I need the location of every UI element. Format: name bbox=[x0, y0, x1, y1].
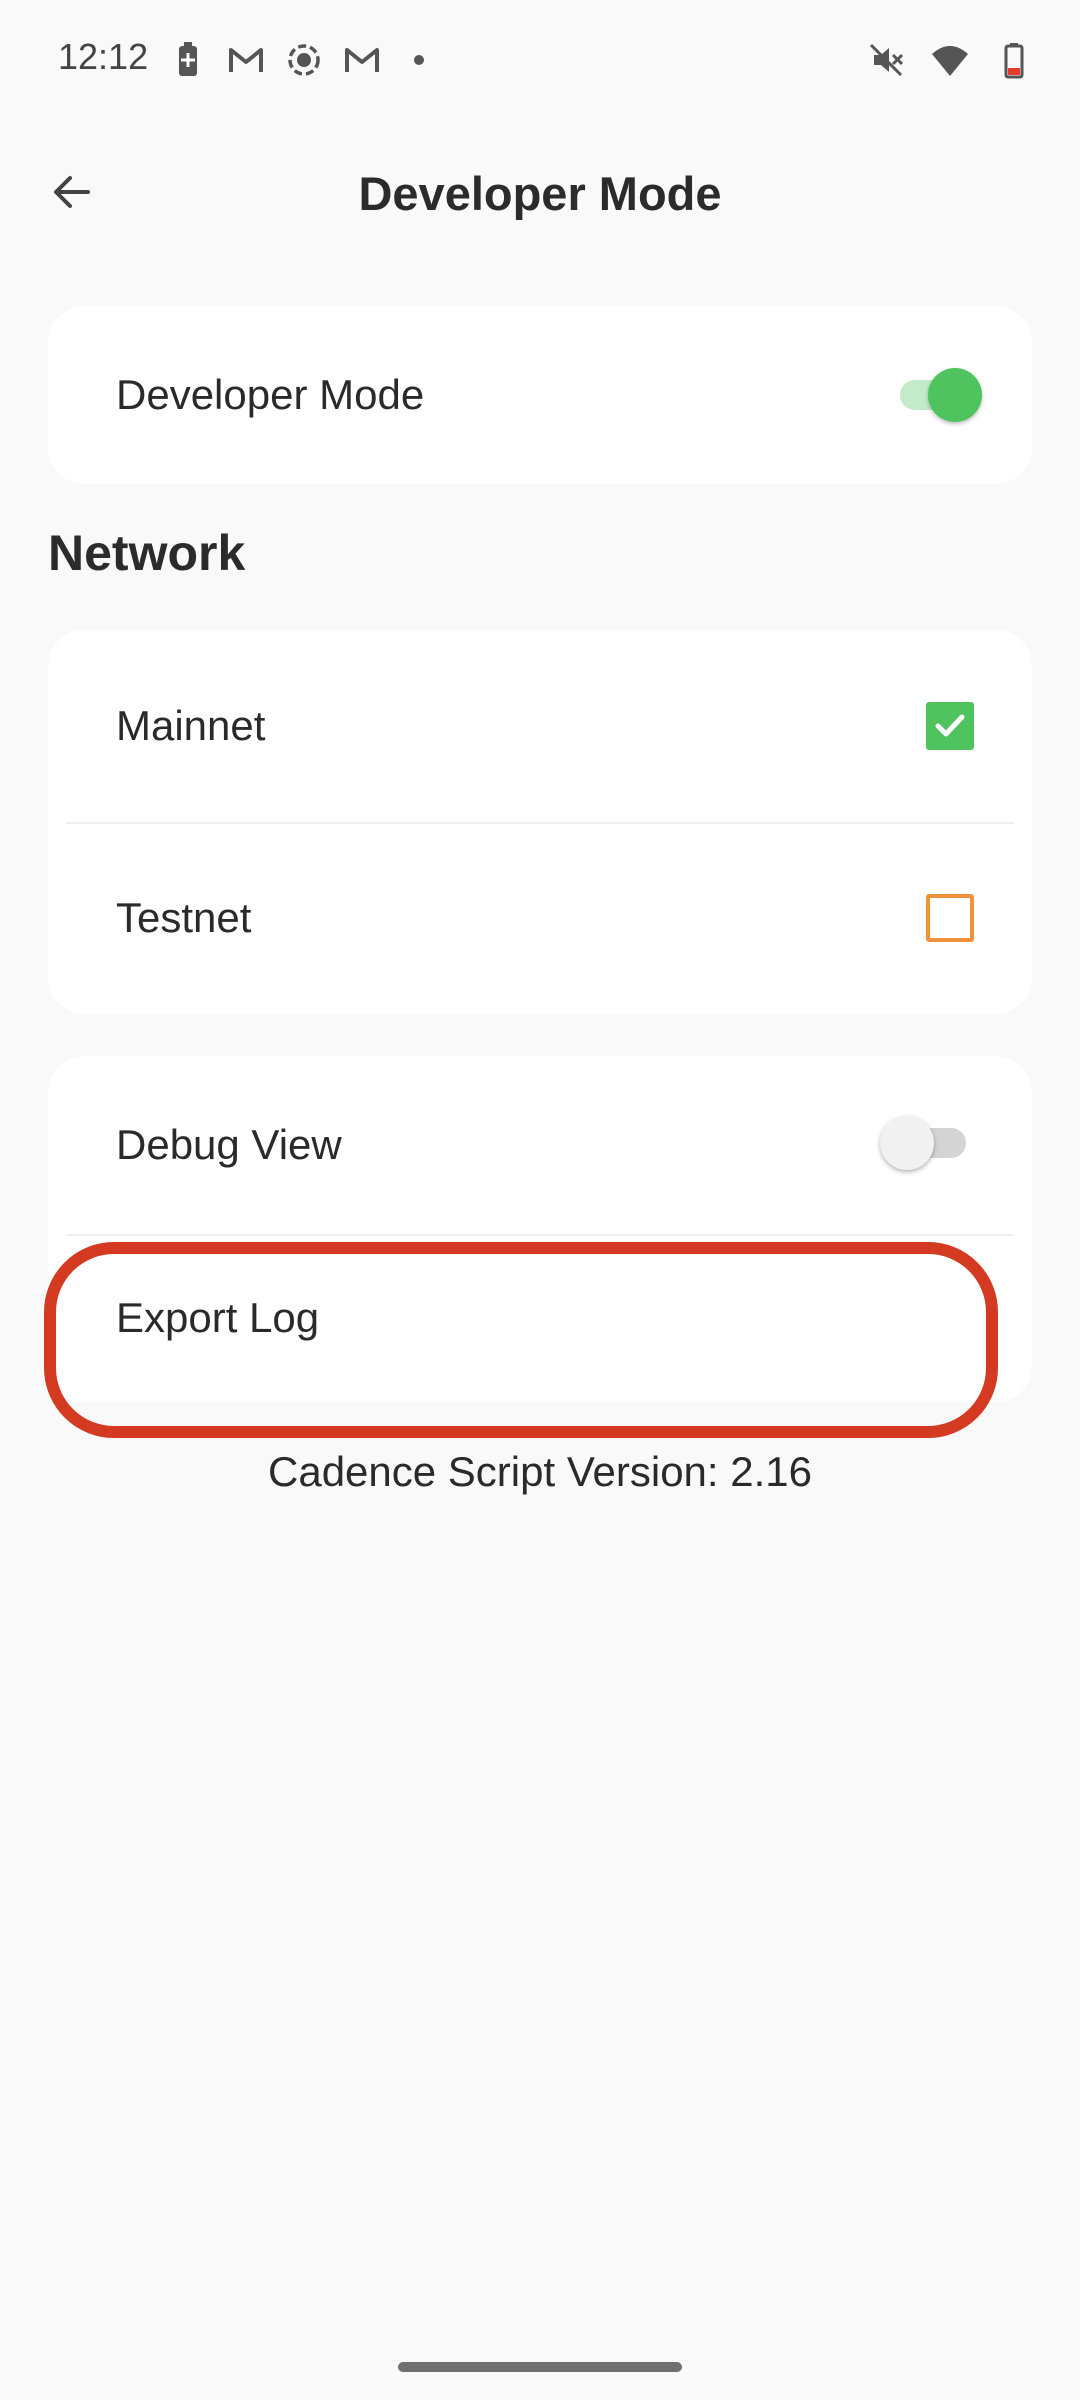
screen: 12:12 Developer Mode Developer Mode Netw… bbox=[0, 0, 1080, 2400]
battery-low-icon bbox=[994, 40, 1034, 80]
check-icon bbox=[935, 714, 965, 737]
notification-dot-icon bbox=[414, 55, 424, 65]
export-log-row[interactable]: Export Log bbox=[48, 1234, 1032, 1402]
debug-view-label: Debug View bbox=[116, 1121, 342, 1168]
network-card: Mainnet Testnet bbox=[48, 630, 1032, 1014]
gmail-icon bbox=[226, 40, 266, 80]
debug-card: Debug View Export Log bbox=[48, 1056, 1032, 1402]
developer-mode-row[interactable]: Developer Mode bbox=[48, 306, 1032, 484]
status-right-icons bbox=[866, 40, 1034, 80]
status-left-icons bbox=[168, 40, 424, 80]
network-option-testnet[interactable]: Testnet bbox=[48, 822, 1032, 1014]
testnet-checkbox[interactable] bbox=[926, 894, 974, 942]
network-section-title: Network bbox=[48, 525, 246, 581]
wifi-icon bbox=[930, 40, 970, 80]
home-indicator[interactable] bbox=[398, 2362, 682, 2372]
screen-record-icon bbox=[284, 40, 324, 80]
app-bar: Developer Mode bbox=[0, 130, 1080, 250]
network-option-label: Mainnet bbox=[116, 702, 266, 749]
toggle-thumb bbox=[880, 1116, 934, 1170]
mute-icon bbox=[866, 40, 906, 80]
battery-saver-icon bbox=[168, 40, 208, 80]
status-time: 12:12 bbox=[58, 36, 149, 77]
network-option-label: Testnet bbox=[116, 894, 252, 941]
mainnet-checkbox[interactable] bbox=[926, 702, 974, 750]
toggle-thumb bbox=[928, 368, 982, 422]
export-log-label: Export Log bbox=[116, 1294, 320, 1341]
developer-mode-toggle[interactable] bbox=[894, 366, 982, 424]
network-option-mainnet[interactable]: Mainnet bbox=[48, 630, 1032, 822]
developer-mode-card: Developer Mode bbox=[48, 306, 1032, 484]
page-title: Developer Mode bbox=[358, 167, 722, 220]
gmail-icon bbox=[342, 40, 382, 80]
developer-mode-label: Developer Mode bbox=[116, 371, 425, 418]
debug-view-toggle[interactable] bbox=[880, 1114, 968, 1172]
status-bar: 12:12 bbox=[0, 0, 1080, 120]
debug-view-row[interactable]: Debug View bbox=[48, 1056, 1032, 1234]
version-text: Cadence Script Version: 2.16 bbox=[268, 1448, 812, 1495]
